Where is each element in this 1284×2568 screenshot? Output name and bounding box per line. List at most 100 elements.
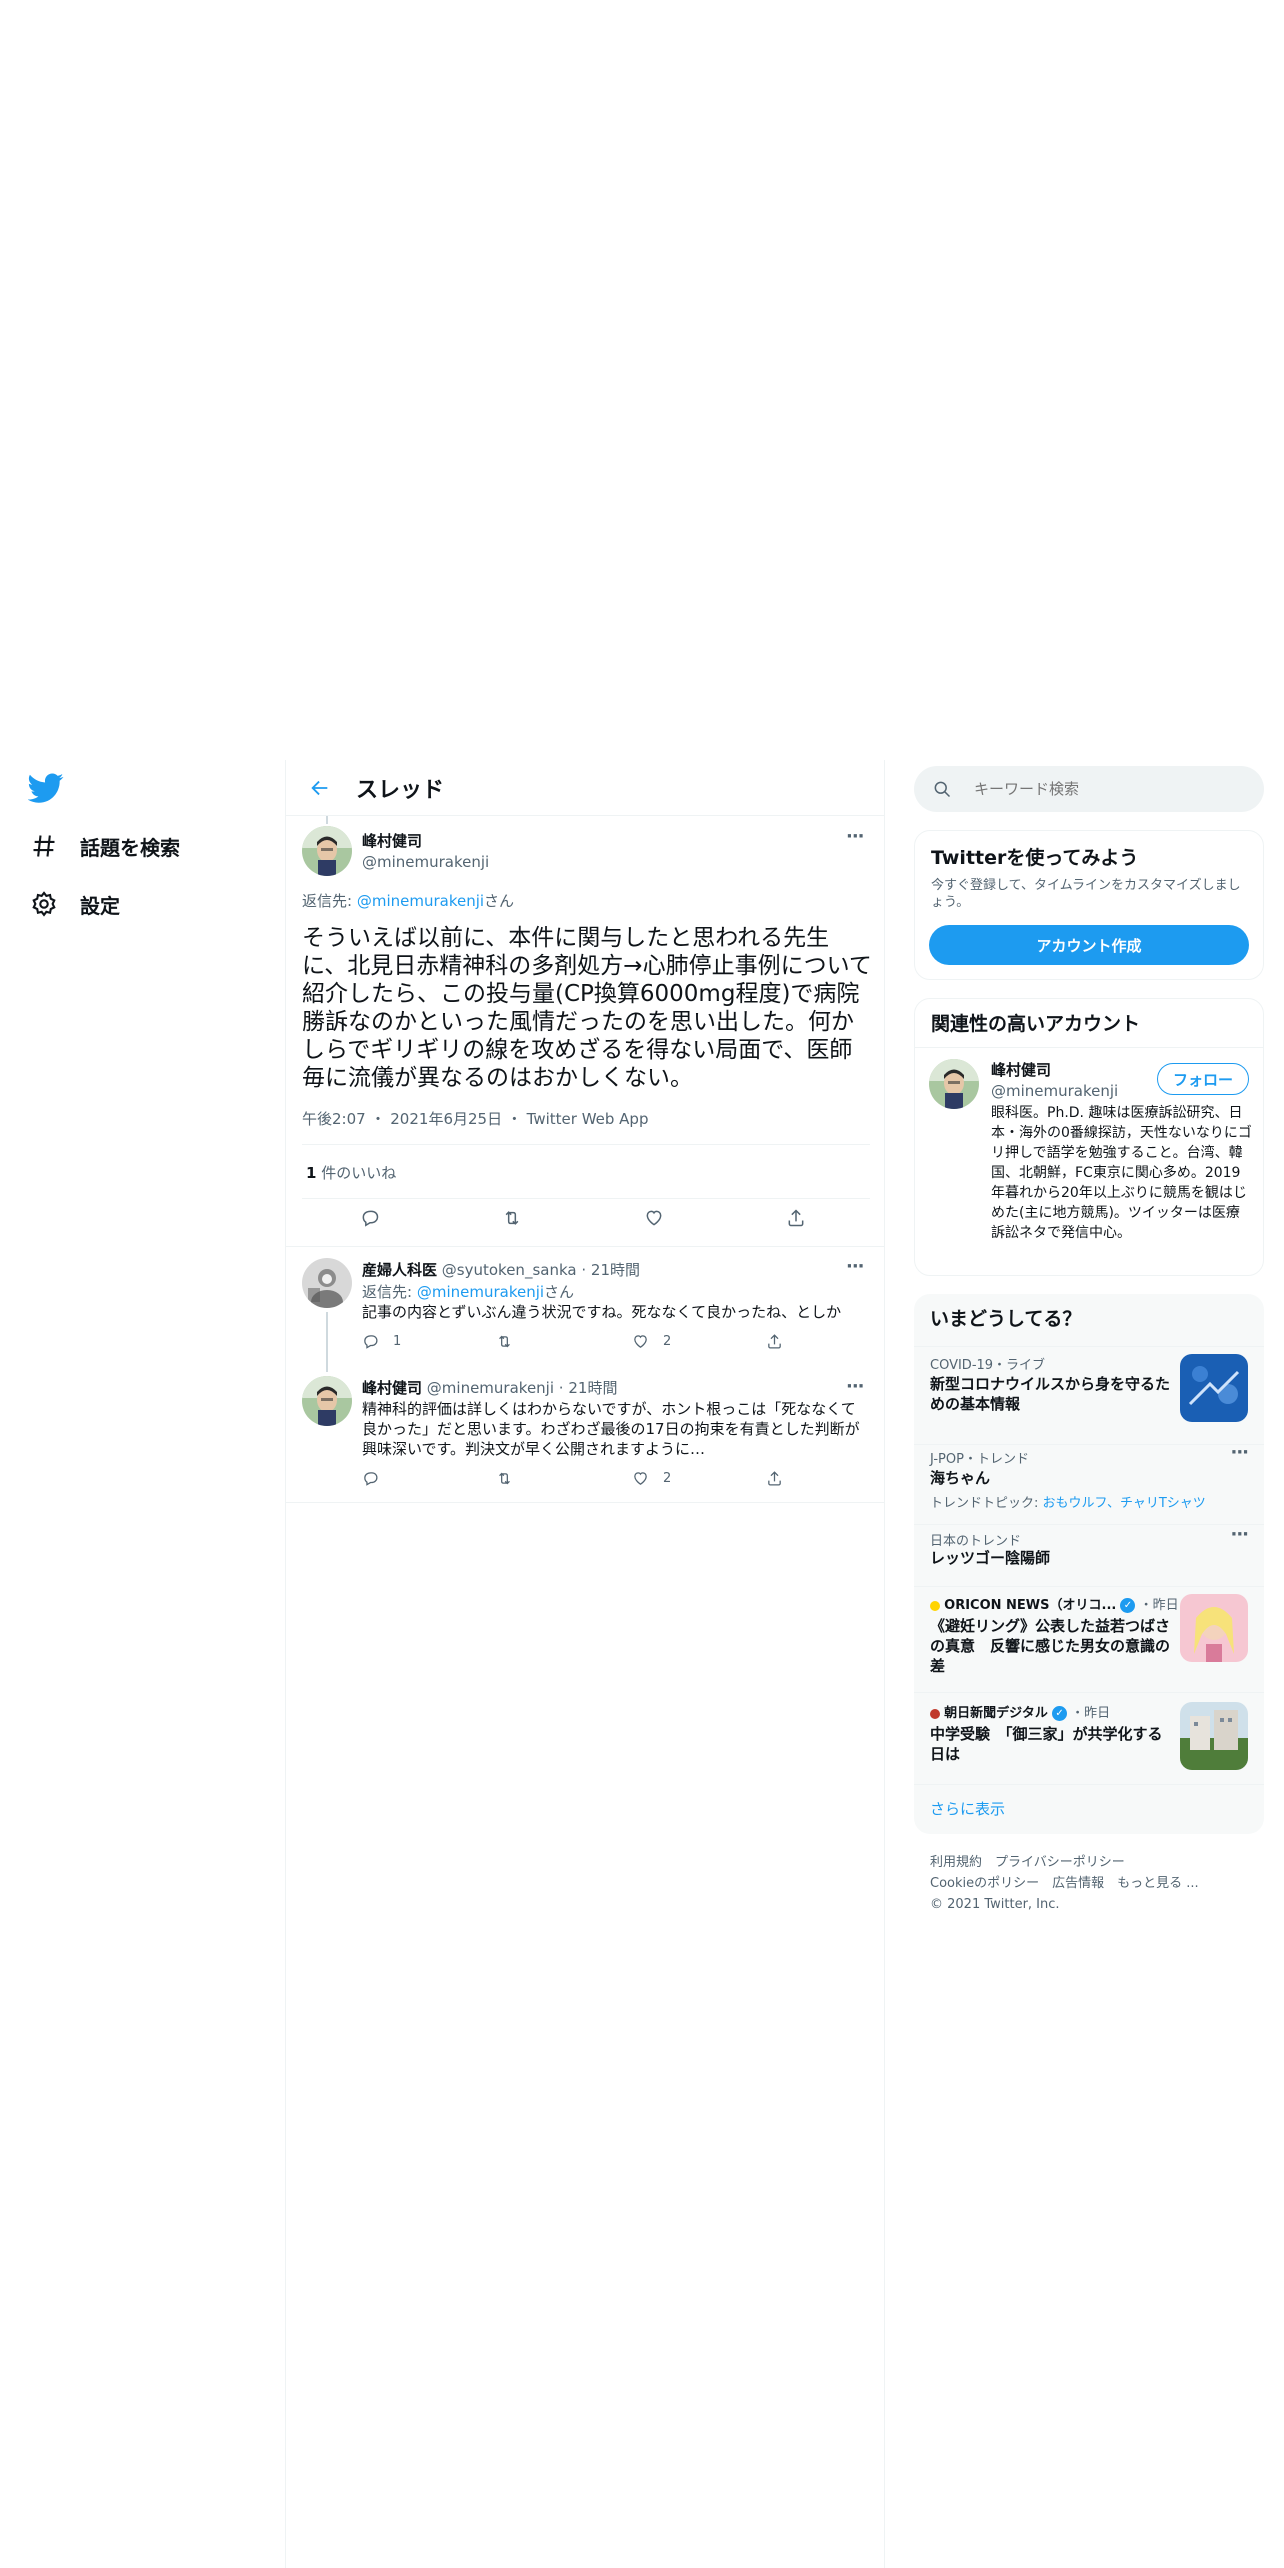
news-image bbox=[1180, 1702, 1248, 1770]
reply-suffix: さん bbox=[484, 892, 515, 910]
reply-button[interactable]: 1 bbox=[362, 1333, 401, 1350]
tweet-date[interactable]: 2021年6月25日 bbox=[390, 1110, 502, 1128]
avatar[interactable] bbox=[302, 1376, 352, 1426]
thread-connector bbox=[326, 816, 328, 824]
likes-count[interactable]: 1 件のいいね bbox=[306, 1162, 396, 1183]
trend-item[interactable]: J-POP・トレンド 海ちゃん トレンドトピック: おもウルフ、チャリTシャツ … bbox=[914, 1442, 1264, 1530]
reply-button[interactable] bbox=[362, 1470, 393, 1487]
trend-item[interactable]: ORICON NEWS（オリコ... ✓ ・昨日 《避妊リング》公表した益若つば… bbox=[914, 1594, 1264, 1694]
reply-icon bbox=[364, 1472, 378, 1486]
footer-copyright: © 2021 Twitter, Inc. bbox=[930, 1897, 1060, 1912]
tweet-text: そういえば以前に、本件に関与したと思われる先生に、北見日赤精神科の多剤処方→心肺… bbox=[302, 925, 872, 1091]
follow-button[interactable]: フォロー bbox=[1157, 1063, 1249, 1095]
back-button[interactable] bbox=[300, 768, 340, 808]
share-button[interactable] bbox=[786, 1208, 806, 1228]
divider bbox=[914, 1524, 1264, 1525]
footer-links-line2[interactable]: Cookieのポリシー 広告情報 もっと見る ... bbox=[930, 1873, 1260, 1894]
author-handle: @minemurakenji bbox=[362, 853, 490, 871]
trend-source: ORICON NEWS（オリコ... ✓ ・昨日 bbox=[930, 1594, 1179, 1613]
author-name[interactable]: 峰村健司 bbox=[362, 1379, 422, 1397]
footer-links-line1[interactable]: 利用規約 プライバシーポリシー bbox=[930, 1852, 1260, 1873]
nav-item-explore[interactable]: 話題を検索 bbox=[30, 826, 180, 866]
thread-connector bbox=[326, 1312, 328, 1372]
related-accounts-card: 関連性の高いアカウント 峰村健司 @minemurakenji フォロー 眼科医… bbox=[914, 998, 1264, 1276]
search-input[interactable] bbox=[974, 780, 1234, 798]
author-handle[interactable]: @minemurakenji bbox=[427, 1379, 554, 1397]
like-button[interactable] bbox=[644, 1208, 664, 1228]
trend-item[interactable]: 朝日新聞デジタル ✓ ・昨日 中学受験 「御三家」が共学化する日は bbox=[914, 1702, 1264, 1782]
tweet-time[interactable]: 21時間 bbox=[591, 1261, 640, 1279]
trends-title: いまどうしてる？ bbox=[930, 1308, 1082, 1330]
meta-separator: · bbox=[581, 1261, 587, 1279]
oricon-logo-icon bbox=[930, 1600, 940, 1611]
reply-header: 峰村健司 @minemurakenji · 21時間 bbox=[362, 1377, 617, 1398]
thread-header: スレッド bbox=[286, 760, 884, 816]
more-options-icon[interactable]: ··· bbox=[846, 826, 864, 847]
reply-button[interactable] bbox=[360, 1208, 380, 1228]
reply-to-link[interactable]: @minemurakenji bbox=[417, 1283, 544, 1301]
tweet-time[interactable]: 午後2:07 bbox=[302, 1110, 366, 1128]
nav-item-label: 話題を検索 bbox=[80, 835, 180, 860]
trend-topics-label: トレンドトピック: bbox=[930, 1496, 1043, 1511]
reply-to-link[interactable]: @minemurakenji bbox=[357, 892, 484, 910]
retweet-icon bbox=[499, 1472, 510, 1485]
reply-to-line: 返信先: @minemurakenjiさん bbox=[302, 890, 514, 911]
trend-item[interactable]: 日本のトレンド レッツゴー陰陽師 ··· bbox=[914, 1524, 1264, 1580]
author-handle[interactable]: @syutoken_sanka bbox=[442, 1261, 577, 1279]
tweet-author[interactable]: 峰村健司 @minemurakenji bbox=[362, 830, 489, 871]
more-options-icon[interactable]: ··· bbox=[846, 1256, 864, 1277]
avatar[interactable] bbox=[302, 1258, 352, 1308]
trend-meta: J-POP・トレンド bbox=[930, 1452, 1029, 1467]
like-button[interactable]: 2 bbox=[632, 1333, 671, 1350]
tweet-source: Twitter Web App bbox=[526, 1110, 649, 1128]
twitter-logo-icon[interactable] bbox=[27, 770, 64, 806]
divider bbox=[302, 1144, 870, 1145]
trend-title: 新型コロナウイルスから身を守るための基本情報 bbox=[930, 1375, 1171, 1413]
more-options-icon[interactable]: ··· bbox=[846, 1376, 864, 1397]
tweet-text: 記事の内容とずいぶん違う状況ですね。死ななくて良かったね、としか bbox=[362, 1303, 842, 1321]
create-account-button[interactable]: アカウント作成 bbox=[929, 925, 1249, 965]
trend-source: 朝日新聞デジタル ✓ ・昨日 bbox=[930, 1702, 1110, 1721]
more-options-icon[interactable]: ··· bbox=[1230, 1442, 1248, 1463]
avatar[interactable] bbox=[929, 1059, 979, 1109]
share-button[interactable] bbox=[766, 1470, 783, 1487]
author-name: 峰村健司 bbox=[362, 832, 423, 850]
trend-source-name: ORICON NEWS（オリコ... bbox=[944, 1598, 1117, 1613]
trend-title: 中学受験 「御三家」が共学化する日は bbox=[930, 1725, 1163, 1763]
likes-number: 1 bbox=[306, 1164, 317, 1182]
meta-separator: ・ bbox=[370, 1110, 386, 1128]
search-box[interactable] bbox=[914, 766, 1264, 812]
trend-item[interactable]: COVID-19・ライブ 新型コロナウイルスから身を守るための基本情報 bbox=[914, 1354, 1264, 1438]
heart-icon bbox=[634, 1335, 647, 1348]
share-button[interactable] bbox=[766, 1333, 783, 1350]
related-title: 関連性の高いアカウント bbox=[931, 1013, 1141, 1035]
like-button[interactable]: 2 bbox=[632, 1470, 671, 1487]
author-name[interactable]: 産婦人科医 bbox=[362, 1261, 437, 1279]
trend-when: ・昨日 bbox=[1139, 1598, 1179, 1613]
retweet-button[interactable] bbox=[502, 1208, 522, 1228]
trend-topics-links[interactable]: おもウルフ、チャリTシャツ bbox=[1043, 1496, 1206, 1511]
likes-label: 件のいいね bbox=[316, 1164, 397, 1182]
retweet-button[interactable] bbox=[496, 1333, 527, 1350]
account-handle: @minemurakenji bbox=[991, 1082, 1119, 1100]
heart-icon bbox=[634, 1472, 647, 1485]
nav-item-settings[interactable]: 設定 bbox=[30, 884, 120, 924]
like-count: 2 bbox=[663, 1334, 672, 1349]
reply-icon bbox=[364, 1335, 378, 1349]
meta-separator: ・ bbox=[506, 1110, 522, 1128]
divider bbox=[914, 1784, 1264, 1785]
related-account[interactable]: 峰村健司 @minemurakenji bbox=[991, 1059, 1118, 1100]
more-options-icon[interactable]: ··· bbox=[1230, 1524, 1248, 1545]
tweet-text: 精神科的評価は詳しくはわからないですが、ホント根っこは「死ななくて良かった」だと… bbox=[362, 1400, 860, 1458]
footer: 利用規約 プライバシーポリシー Cookieのポリシー 広告情報 もっと見る .… bbox=[930, 1852, 1260, 1915]
show-more-link[interactable]: さらに表示 bbox=[930, 1798, 1005, 1819]
tweet-actions: 1 2 bbox=[362, 1333, 862, 1353]
share-icon bbox=[768, 1334, 781, 1349]
retweet-button[interactable] bbox=[496, 1470, 527, 1487]
reply-header: 産婦人科医 @syutoken_sanka · 21時間 bbox=[362, 1259, 640, 1280]
tweet-time[interactable]: 21時間 bbox=[568, 1379, 617, 1397]
avatar[interactable] bbox=[302, 826, 352, 876]
tweet-actions: 2 bbox=[362, 1470, 862, 1490]
reply-prefix: 返信先: bbox=[362, 1283, 417, 1301]
hashtag-icon bbox=[33, 835, 55, 857]
